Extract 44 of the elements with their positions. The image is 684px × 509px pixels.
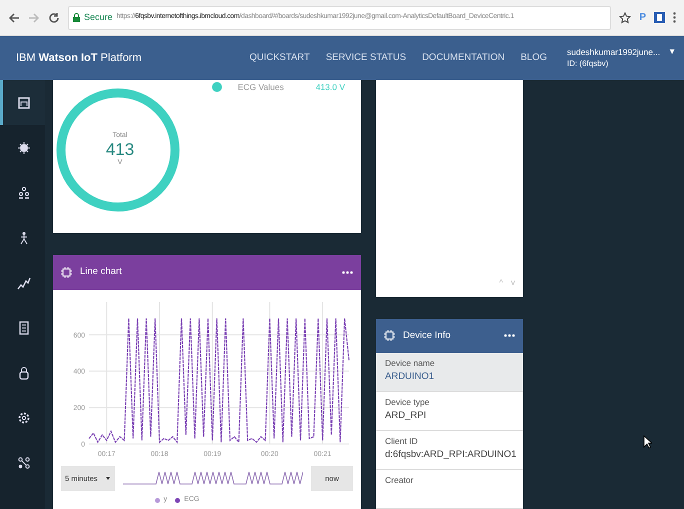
field-value: ARD_RPI — [385, 408, 428, 423]
cursor-icon — [643, 435, 652, 449]
nav-link[interactable]: DOCUMENTATION — [422, 50, 505, 66]
field-label: Device name — [385, 357, 436, 370]
total-value: 413 — [106, 141, 134, 158]
nodes-icon — [17, 456, 31, 470]
caret-icon[interactable]: ▼ — [668, 46, 676, 58]
more-icon[interactable] — [504, 334, 515, 338]
reload-icon[interactable] — [48, 12, 60, 24]
line-chart-icon — [17, 276, 31, 290]
card-title: Line chart — [80, 265, 122, 280]
field-label: Creator — [385, 474, 414, 487]
nav-link[interactable]: QUICKSTART — [249, 50, 310, 66]
sidebar-item[interactable] — [0, 80, 45, 125]
legend-dot — [175, 498, 180, 503]
extension-icon[interactable] — [654, 12, 665, 23]
card-title: Device Info — [403, 328, 451, 343]
field-label: Client ID — [385, 435, 419, 448]
user-id: ID: (6fqsbv) — [566, 58, 610, 70]
document-icon — [17, 320, 31, 334]
settings-icon — [17, 410, 31, 424]
lock-icon — [17, 366, 31, 380]
legend-label: ECG Values — [238, 81, 285, 94]
more-icon[interactable] — [342, 270, 353, 274]
field-value: d:6fqsbv:ARD_RPI:ARDUINO1 — [385, 448, 514, 462]
star-icon[interactable] — [619, 12, 632, 24]
caret-icon — [106, 476, 110, 480]
lock-icon — [73, 13, 80, 22]
info-row[interactable]: Device name ARDUINO1 — [376, 353, 523, 392]
menu-icon[interactable] — [673, 12, 676, 23]
people-icon — [17, 186, 31, 200]
field-label: Device type — [385, 396, 430, 409]
nav-link[interactable]: BLOG — [520, 50, 547, 66]
info-row[interactable]: Creator — [376, 470, 523, 509]
field-value: ARDUINO1 — [385, 370, 436, 384]
info-row[interactable]: Device type ARD_RPI — [376, 392, 523, 431]
back-icon[interactable] — [8, 12, 20, 24]
legend-value: 413.0 V — [316, 81, 345, 94]
brand-logo[interactable]: IBM Watson IoT Platform — [16, 50, 142, 66]
user-name[interactable]: sudeshkumar1992june... — [566, 46, 660, 58]
secure-label: Secure — [84, 10, 113, 24]
dashboard-icon — [17, 96, 31, 110]
nav-link[interactable]: SERVICE STATUS — [326, 50, 406, 66]
info-row[interactable]: Client ID d:6fqsbv:ARD_RPI:ARDUINO1 — [376, 431, 523, 470]
